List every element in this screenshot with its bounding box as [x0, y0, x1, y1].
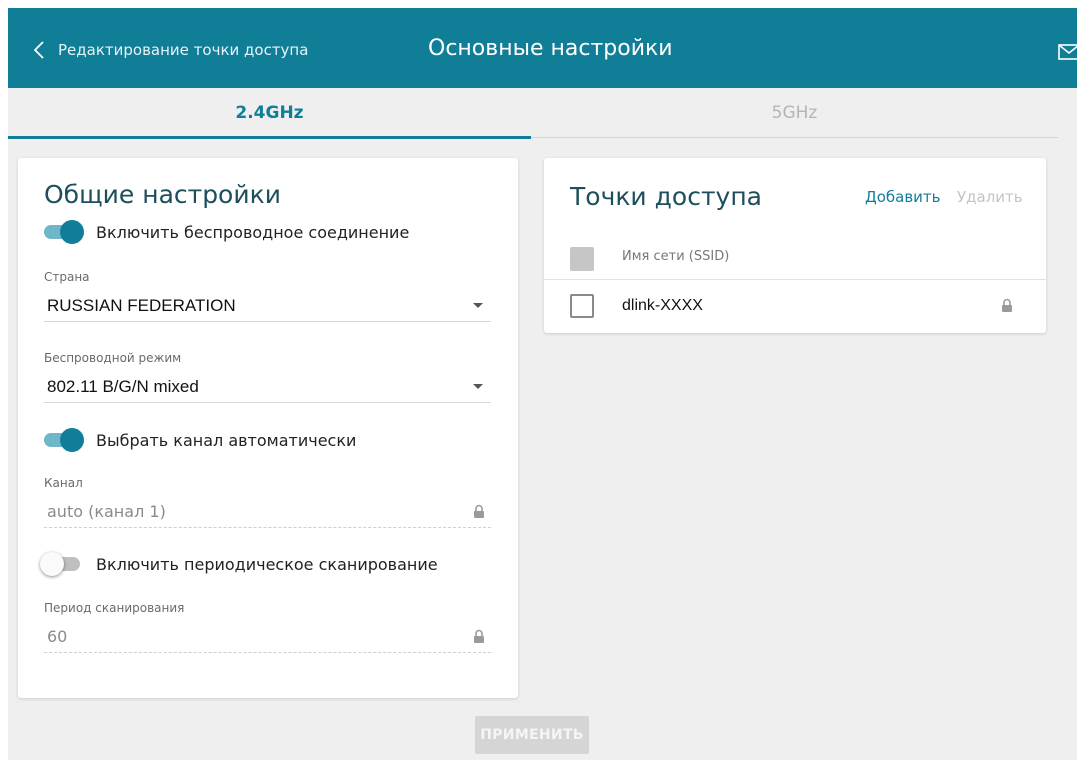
scan-period-label: Период сканирования	[44, 601, 185, 615]
back-label: Редактирование точки доступа	[58, 41, 309, 59]
wireless-mode-select[interactable]: 802.11 B/G/N mixed	[44, 371, 491, 403]
country-label: Страна	[44, 270, 90, 284]
table-row[interactable]: dlink-XXXX	[544, 281, 1046, 329]
channel-value: auto (канал 1)	[47, 502, 166, 521]
table-header: Имя сети (SSID)	[544, 240, 1046, 280]
channel-field: Канал auto (канал 1)	[44, 476, 491, 528]
auto-channel-toggle[interactable]: Выбрать канал автоматически	[44, 428, 356, 452]
access-points-card: Точки доступа Добавить Удалить Имя сети …	[544, 158, 1046, 333]
scan-period-field: Период сканирования 60	[44, 601, 491, 653]
general-settings-title: Общие настройки	[44, 180, 281, 209]
toggle-switch[interactable]	[40, 552, 80, 576]
select-all-checkbox[interactable]	[570, 247, 594, 271]
wireless-mode-field: Беспроводной режим 802.11 B/G/N mixed	[44, 351, 491, 403]
column-ssid: Имя сети (SSID)	[622, 249, 730, 264]
enable-wireless-label: Включить беспроводное соединение	[96, 222, 410, 242]
general-settings-card: Общие настройки Включить беспроводное со…	[18, 158, 518, 698]
lock-icon	[474, 504, 484, 518]
scan-period-value: 60	[47, 627, 68, 646]
lock-icon	[1002, 298, 1012, 312]
delete-button: Удалить	[957, 188, 1023, 206]
tab-2-4ghz[interactable]: 2.4GHz	[8, 88, 531, 139]
mail-icon[interactable]	[1058, 44, 1077, 60]
country-value: RUSSIAN FEDERATION	[47, 295, 236, 315]
country-field: Страна RUSSIAN FEDERATION	[44, 270, 491, 322]
header-bar: Редактирование точки доступа Основные на…	[8, 8, 1077, 88]
auto-channel-label: Выбрать канал автоматически	[96, 430, 357, 450]
wireless-mode-label: Беспроводной режим	[44, 351, 182, 365]
toggle-switch[interactable]	[44, 220, 84, 244]
band-tabs: 2.4GHz 5GHz	[8, 88, 1058, 139]
channel-label: Канал	[44, 476, 83, 490]
add-button[interactable]: Добавить	[865, 188, 941, 206]
enable-wireless-toggle[interactable]: Включить беспроводное соединение	[44, 220, 409, 244]
toggle-switch[interactable]	[44, 428, 84, 452]
scan-period-input: 60	[44, 621, 491, 653]
ssid-value: dlink-XXXX	[622, 297, 703, 314]
page-title: Основные настройки	[428, 36, 673, 61]
wireless-mode-value: 802.11 B/G/N mixed	[47, 376, 199, 396]
back-button[interactable]: Редактирование точки доступа	[34, 38, 308, 62]
periodic-scan-toggle[interactable]: Включить периодическое сканирование	[40, 552, 438, 576]
channel-input: auto (канал 1)	[44, 496, 491, 528]
dropdown-caret-icon	[473, 384, 483, 389]
lock-icon	[474, 629, 484, 643]
dropdown-caret-icon	[473, 303, 483, 308]
country-select[interactable]: RUSSIAN FEDERATION	[44, 290, 491, 322]
periodic-scan-label: Включить периодическое сканирование	[96, 554, 438, 574]
access-points-title: Точки доступа	[570, 182, 762, 211]
apply-button[interactable]: ПРИМЕНИТЬ	[475, 716, 589, 754]
tab-5ghz[interactable]: 5GHz	[531, 88, 1058, 138]
app-window: Редактирование точки доступа Основные на…	[8, 8, 1077, 760]
chevron-left-icon	[34, 41, 44, 59]
row-checkbox[interactable]	[570, 294, 594, 318]
